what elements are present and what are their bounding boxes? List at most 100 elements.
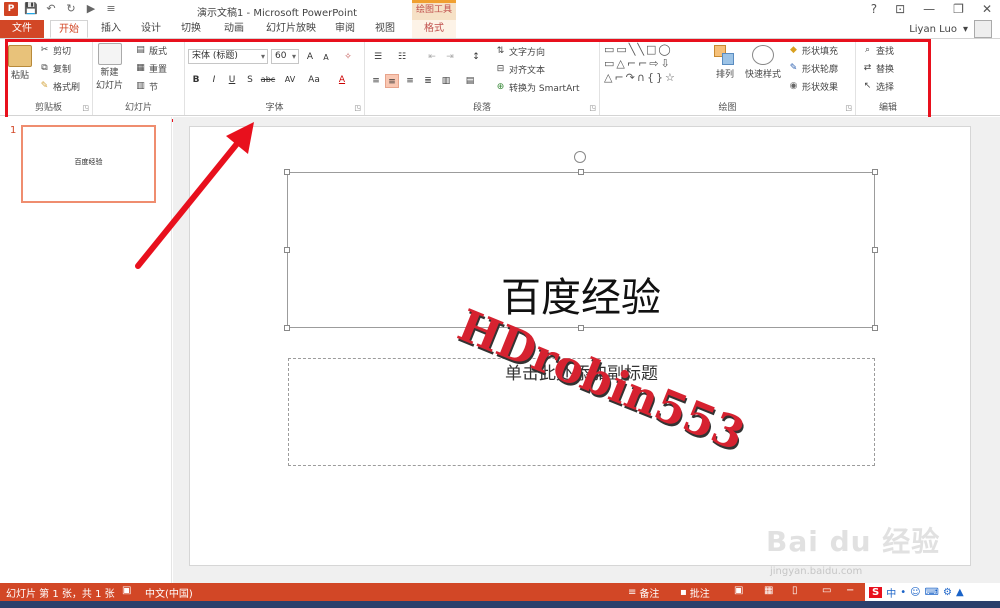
select-button[interactable]: ↖ 选择 bbox=[862, 80, 894, 93]
columns-icon[interactable]: ▤ bbox=[463, 74, 477, 88]
font-size-combo[interactable]: 60 bbox=[271, 49, 299, 64]
tab-animations[interactable]: 动画 bbox=[214, 20, 254, 38]
paste-button[interactable]: 粘贴 bbox=[8, 45, 32, 81]
layout-button[interactable]: ▤ 版式 bbox=[135, 44, 167, 57]
resize-handle[interactable] bbox=[578, 325, 584, 331]
bullets-icon[interactable]: ☰ bbox=[369, 50, 387, 64]
dialog-launcher-icon[interactable]: ◳ bbox=[354, 104, 361, 112]
align-center-icon[interactable]: ≡ bbox=[385, 74, 399, 88]
resize-handle[interactable] bbox=[578, 169, 584, 175]
line-spacing-icon[interactable]: ↕ bbox=[469, 50, 483, 64]
resize-handle[interactable] bbox=[872, 325, 878, 331]
grow-font-button[interactable]: A bbox=[303, 50, 317, 64]
help-button[interactable]: ? bbox=[871, 2, 877, 16]
italic-button[interactable]: I bbox=[207, 73, 221, 87]
change-case-button[interactable]: Aa bbox=[305, 73, 323, 87]
comments-button[interactable]: ▪ 批注 bbox=[680, 585, 710, 600]
resize-handle[interactable] bbox=[284, 169, 290, 175]
reset-button[interactable]: ▦ 重置 bbox=[135, 62, 167, 75]
resize-handle[interactable] bbox=[872, 247, 878, 253]
ribbon-display-options-button[interactable]: ⊡ bbox=[895, 2, 905, 16]
dialog-launcher-icon[interactable]: ◳ bbox=[589, 104, 596, 112]
font-name-combo[interactable]: 宋体 (标题) bbox=[188, 49, 268, 64]
bold-button[interactable]: B bbox=[189, 73, 203, 87]
text-direction-button[interactable]: ⇅ 文字方向 bbox=[495, 45, 545, 58]
tab-transitions[interactable]: 切换 bbox=[174, 20, 208, 38]
align-text-button[interactable]: ⊟ 对齐文本 bbox=[495, 63, 545, 76]
tab-design[interactable]: 设计 bbox=[134, 20, 168, 38]
tab-format[interactable]: 格式 bbox=[412, 20, 456, 38]
cut-button[interactable]: ✂ 剪切 bbox=[39, 44, 71, 57]
section-button[interactable]: ▥ 节 bbox=[135, 80, 158, 93]
slide-sorter-icon[interactable]: ▦ bbox=[764, 585, 773, 596]
tab-view[interactable]: 视图 bbox=[368, 20, 402, 38]
shapes-gallery[interactable]: ▭▭╲╲□◯ ▭△⌐⌐⇨⇩ △⌐↷∩{}☆ bbox=[604, 43, 710, 93]
resize-handle[interactable] bbox=[872, 169, 878, 175]
format-painter-button[interactable]: ✎ 格式刷 bbox=[39, 80, 80, 93]
tab-review[interactable]: 审阅 bbox=[328, 20, 362, 38]
sogou-logo-icon[interactable]: S bbox=[869, 586, 883, 598]
slide-canvas[interactable]: 百度经验 单击此处添加副标题 bbox=[189, 126, 971, 566]
tab-slideshow[interactable]: 幻灯片放映 bbox=[262, 20, 320, 38]
zoom-out-icon[interactable]: − bbox=[846, 585, 854, 596]
increase-indent-icon[interactable]: ⇥ bbox=[443, 50, 457, 64]
slide-title[interactable]: 百度经验 bbox=[288, 265, 874, 323]
convert-to-smartart-button[interactable]: ⊕ 转换为 SmartArt bbox=[495, 81, 580, 94]
start-from-beginning-icon[interactable]: ▶ bbox=[84, 2, 98, 16]
title-placeholder[interactable]: 百度经验 bbox=[284, 151, 878, 331]
subtitle-placeholder[interactable]: 单击此处添加副标题 bbox=[288, 358, 875, 466]
text-shadow-button[interactable]: S bbox=[243, 73, 257, 87]
strikethrough-button[interactable]: abc bbox=[259, 73, 277, 87]
skin-icon[interactable]: ▲ bbox=[956, 587, 964, 598]
shape-fill-button[interactable]: ◆ 形状填充 bbox=[788, 44, 838, 57]
reading-view-icon[interactable]: ▯ bbox=[792, 585, 798, 596]
ime-mode[interactable]: 中 bbox=[886, 585, 896, 600]
punctuation-icon[interactable]: • bbox=[900, 587, 906, 598]
powerpoint-logo-icon[interactable]: P bbox=[4, 2, 18, 16]
shape-outline-button[interactable]: ✎ 形状轮廓 bbox=[788, 62, 838, 75]
undo-icon[interactable]: ↶ bbox=[44, 2, 58, 16]
copy-button[interactable]: ⧉ 复制 bbox=[39, 62, 71, 75]
slideshow-view-icon[interactable]: ▭ bbox=[822, 585, 831, 596]
close-button[interactable]: ✕ bbox=[982, 2, 992, 16]
user-account[interactable]: Liyan Luo ▾ bbox=[909, 20, 992, 38]
spelling-icon[interactable]: ▣ bbox=[122, 585, 131, 596]
emoji-icon[interactable]: ☺ bbox=[910, 587, 920, 598]
tab-home[interactable]: 开始 bbox=[50, 20, 88, 38]
justify-icon[interactable]: ≣ bbox=[421, 74, 435, 88]
normal-view-icon[interactable]: ▣ bbox=[734, 585, 743, 596]
quick-styles-button[interactable]: 快速样式 bbox=[745, 45, 781, 80]
settings-icon[interactable]: ⚙ bbox=[943, 587, 952, 598]
tab-file[interactable]: 文件 bbox=[0, 20, 44, 38]
align-left-icon[interactable]: ≡ bbox=[369, 74, 383, 88]
tab-insert[interactable]: 插入 bbox=[94, 20, 128, 38]
shrink-font-button[interactable]: A bbox=[319, 51, 333, 65]
resize-handle[interactable] bbox=[284, 325, 290, 331]
redo-icon[interactable]: ↻ bbox=[64, 2, 78, 16]
notes-button[interactable]: ≡ 备注 bbox=[628, 585, 659, 600]
language-status[interactable]: 中文(中国) bbox=[145, 585, 193, 600]
replace-button[interactable]: ⇄ 替换 bbox=[862, 62, 894, 75]
arrange-button[interactable]: 排列 bbox=[714, 45, 736, 80]
resize-handle[interactable] bbox=[284, 247, 290, 253]
keyboard-icon[interactable]: ⌨ bbox=[925, 587, 939, 598]
character-spacing-button[interactable]: AV bbox=[281, 73, 299, 87]
decrease-indent-icon[interactable]: ⇤ bbox=[425, 50, 439, 64]
font-color-button[interactable]: A bbox=[335, 73, 349, 87]
rotate-handle-icon[interactable] bbox=[574, 151, 586, 163]
clear-formatting-icon[interactable]: ✧ bbox=[341, 50, 355, 64]
numbering-icon[interactable]: ☷ bbox=[393, 50, 411, 64]
save-icon[interactable]: 💾 bbox=[24, 2, 38, 16]
minimize-button[interactable]: — bbox=[923, 2, 935, 16]
shape-effects-button[interactable]: ◉ 形状效果 bbox=[788, 80, 838, 93]
restore-button[interactable]: ❐ bbox=[953, 2, 964, 16]
slide-thumbnail[interactable]: 百度经验 bbox=[21, 125, 156, 203]
new-slide-button[interactable]: 新建 幻灯片 bbox=[96, 43, 123, 91]
dialog-launcher-icon[interactable]: ◳ bbox=[845, 104, 852, 112]
align-right-icon[interactable]: ≡ bbox=[403, 74, 417, 88]
customize-qat-icon[interactable]: ≡ bbox=[104, 2, 118, 16]
find-button[interactable]: ⌕ 查找 bbox=[862, 44, 894, 57]
distributed-icon[interactable]: ▥ bbox=[439, 74, 453, 88]
dialog-launcher-icon[interactable]: ◳ bbox=[82, 104, 89, 112]
underline-button[interactable]: U bbox=[225, 73, 239, 87]
